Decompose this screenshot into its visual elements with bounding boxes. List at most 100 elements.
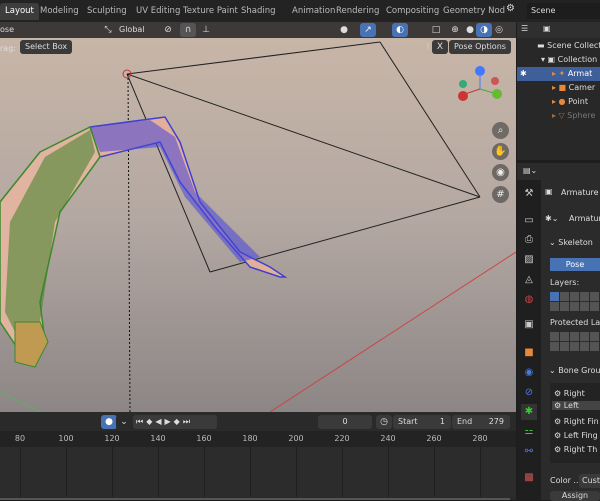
world-tab-icon[interactable]: ◍ xyxy=(521,292,537,308)
outliner-armature[interactable]: ✱ ▸ ✦ Armat xyxy=(517,67,600,81)
playback-controls[interactable]: ⏮◆◀▶◆⏭ xyxy=(133,415,217,429)
timeline: ● ⌄ ⏮◆◀▶◆⏭ 0 ◷ Start 1 End 279 80 100 120 140… xyxy=(0,412,516,500)
workspace-tab[interactable]: Geometry Nod xyxy=(438,3,510,20)
x-axis-line xyxy=(0,391,41,412)
snap-icon[interactable]: ∩ xyxy=(180,23,196,37)
workspace-tab[interactable]: Compositing xyxy=(381,3,444,20)
frame-ruler[interactable]: 80 100 120 140 160 180 200 220 240 260 280 xyxy=(0,431,516,447)
gizmo-icon[interactable]: ↗ xyxy=(360,23,376,37)
frame-gridline xyxy=(204,447,205,497)
bone-group-item-selected[interactable]: ⚙ Left xyxy=(552,401,600,410)
proportional-edit-icon[interactable]: ⊥ xyxy=(198,23,214,37)
overlay-icon[interactable]: ◐ xyxy=(392,23,408,37)
timeline-tracks[interactable] xyxy=(0,447,516,497)
frame-tick-label: 120 xyxy=(104,434,120,443)
select-box-dropdown[interactable]: Select Box xyxy=(20,40,73,54)
bone-group-item[interactable]: ⚙ Right Fin xyxy=(554,417,599,426)
outliner: ☰ ▣ ▬ Scene Collecti ▾ ▣ Collection ✱ ▸ ✦… xyxy=(517,22,600,160)
view-layer-tab-icon[interactable]: ▨ xyxy=(521,252,537,268)
collection-tab-icon[interactable]: ▣ xyxy=(521,317,537,333)
workspace-tab[interactable]: Sculpting xyxy=(82,3,132,20)
stopwatch-icon[interactable]: ◷ xyxy=(376,415,392,429)
x-mirror-toggle[interactable]: X xyxy=(432,40,448,54)
3d-viewport[interactable]: ose ⤡ Global ⊘ ∩ ⊥ ● ↗ ◐ □ ⊕ ● ◑ ◎ rag: … xyxy=(0,22,516,412)
scene-icon[interactable]: ⚙ xyxy=(506,3,526,19)
play-reverse-icon: ◀ xyxy=(155,417,165,426)
pose-position-button[interactable]: Pose xyxy=(550,258,600,271)
frame-tick-label: 80 xyxy=(14,434,26,443)
protected-layers-grid[interactable] xyxy=(550,332,600,351)
frame-tick-label: 260 xyxy=(426,434,442,443)
workspace-tab[interactable]: Rendering xyxy=(331,3,384,20)
mesh-icon: ▸ ▽ xyxy=(552,111,568,120)
bone-tab-icon[interactable]: ⚍ xyxy=(521,424,537,440)
output-tab-icon[interactable]: ⎙ xyxy=(521,232,537,248)
camera-view-icon[interactable]: ◉ xyxy=(492,164,509,181)
auto-keying-toggle[interactable]: ● xyxy=(101,415,117,429)
prev-keyframe-icon: ◆ xyxy=(146,417,156,426)
keying-dropdown-icon[interactable]: ⌄ xyxy=(116,415,132,429)
modifier-tab-icon[interactable]: ◉ xyxy=(521,365,537,381)
armature-data-tab-icon[interactable]: ✱ xyxy=(521,404,537,420)
collection-icon: ▬ xyxy=(537,41,548,50)
editor-type-icon[interactable]: ▤⌄ xyxy=(523,166,537,175)
transform-orientation-dropdown[interactable]: Global xyxy=(114,23,150,37)
shading-rendered-icon[interactable]: ◎ xyxy=(491,23,507,37)
current-frame-field[interactable]: 0 xyxy=(318,415,372,429)
mode-label[interactable]: ose xyxy=(0,25,14,34)
end-frame-field[interactable]: End 279 xyxy=(452,415,510,429)
bone-group-item[interactable]: ⚙ Left Fing xyxy=(554,431,598,440)
workspace-tab[interactable]: Modeling xyxy=(35,3,84,20)
armature-data-selector-icon[interactable]: ✱⌄ xyxy=(545,214,558,223)
constraints-tab-icon[interactable]: ⊘ xyxy=(521,385,537,401)
frame-tick-label: 200 xyxy=(288,434,304,443)
outliner-sphere[interactable]: ▸ ▽ Sphere xyxy=(517,109,600,123)
frame-gridline xyxy=(296,447,297,497)
shading-wireframe-icon[interactable]: ⊕ xyxy=(447,23,463,37)
frame-tick-label: 280 xyxy=(472,434,488,443)
navigation-gizmo[interactable] xyxy=(455,64,505,114)
layers-grid[interactable] xyxy=(550,292,600,311)
render-tab-icon[interactable]: ▭ xyxy=(521,213,537,229)
view-object-types-icon[interactable]: ● xyxy=(336,23,352,37)
pivot-icon[interactable]: ⊘ xyxy=(160,23,176,37)
workspace-tab[interactable]: Texture Paint xyxy=(178,3,243,20)
skeleton-panel-header[interactable]: ⌄ Skeleton xyxy=(549,238,593,247)
jump-start-icon: ⏮ xyxy=(136,417,147,426)
object-tab-icon[interactable]: ■ xyxy=(521,345,537,361)
outliner-scene-collection[interactable]: ▬ Scene Collecti xyxy=(517,39,600,53)
bone-group-item[interactable]: ⚙ Right Th xyxy=(554,445,597,454)
display-mode-icon[interactable]: ☰ xyxy=(521,24,528,33)
scene-selector[interactable]: Scene xyxy=(527,3,600,19)
outliner-point-light[interactable]: ▸ ● Point xyxy=(517,95,600,109)
xray-icon[interactable]: □ xyxy=(428,23,444,37)
color-set-dropdown[interactable]: Custo xyxy=(579,474,600,488)
armature-data-name[interactable]: Armatur xyxy=(569,214,600,223)
bone-groups-panel-header[interactable]: ⌄ Bone Group xyxy=(549,366,600,375)
zoom-icon[interactable]: ⌕ xyxy=(492,122,509,139)
frame-tick-label: 240 xyxy=(380,434,396,443)
outliner-collection[interactable]: ▾ ▣ Collection xyxy=(517,53,600,67)
bone-groups-list: ⚙ Right ⚙ Left ⚙ Right Fin ⚙ Left Fing ⚙… xyxy=(550,383,600,463)
bone-group-item[interactable]: ⚙ Right xyxy=(554,389,585,398)
play-icon: ▶ xyxy=(164,417,174,426)
shading-material-icon[interactable]: ◑ xyxy=(476,23,492,37)
outliner-camera[interactable]: ▸ ■ Camer xyxy=(517,81,600,95)
perspective-grid-icon[interactable]: # xyxy=(492,186,509,203)
workspace-tab[interactable]: Layout xyxy=(0,3,39,20)
tool-tab-icon[interactable]: ⚒ xyxy=(521,186,537,202)
protected-layers-label: Protected Laye xyxy=(550,318,600,327)
filter-icon[interactable]: ▣ xyxy=(543,24,551,33)
frame-gridline xyxy=(434,447,435,497)
scene-tab-icon[interactable]: ◬ xyxy=(521,272,537,288)
frame-gridline xyxy=(480,447,481,497)
texture-tab-icon[interactable]: ▩ xyxy=(521,470,537,486)
pose-options-dropdown[interactable]: Pose Options xyxy=(449,40,511,54)
start-frame-field[interactable]: Start 1 xyxy=(393,415,451,429)
jump-end-icon: ⏭ xyxy=(182,417,194,426)
bone-constraint-tab-icon[interactable]: ⚯ xyxy=(521,444,537,460)
outliner-header: ☰ ▣ xyxy=(517,22,600,38)
pan-hand-icon[interactable]: ✋ xyxy=(492,143,509,160)
workspace-tab[interactable]: Shading xyxy=(236,3,281,20)
light-icon: ▸ ● xyxy=(552,97,569,106)
